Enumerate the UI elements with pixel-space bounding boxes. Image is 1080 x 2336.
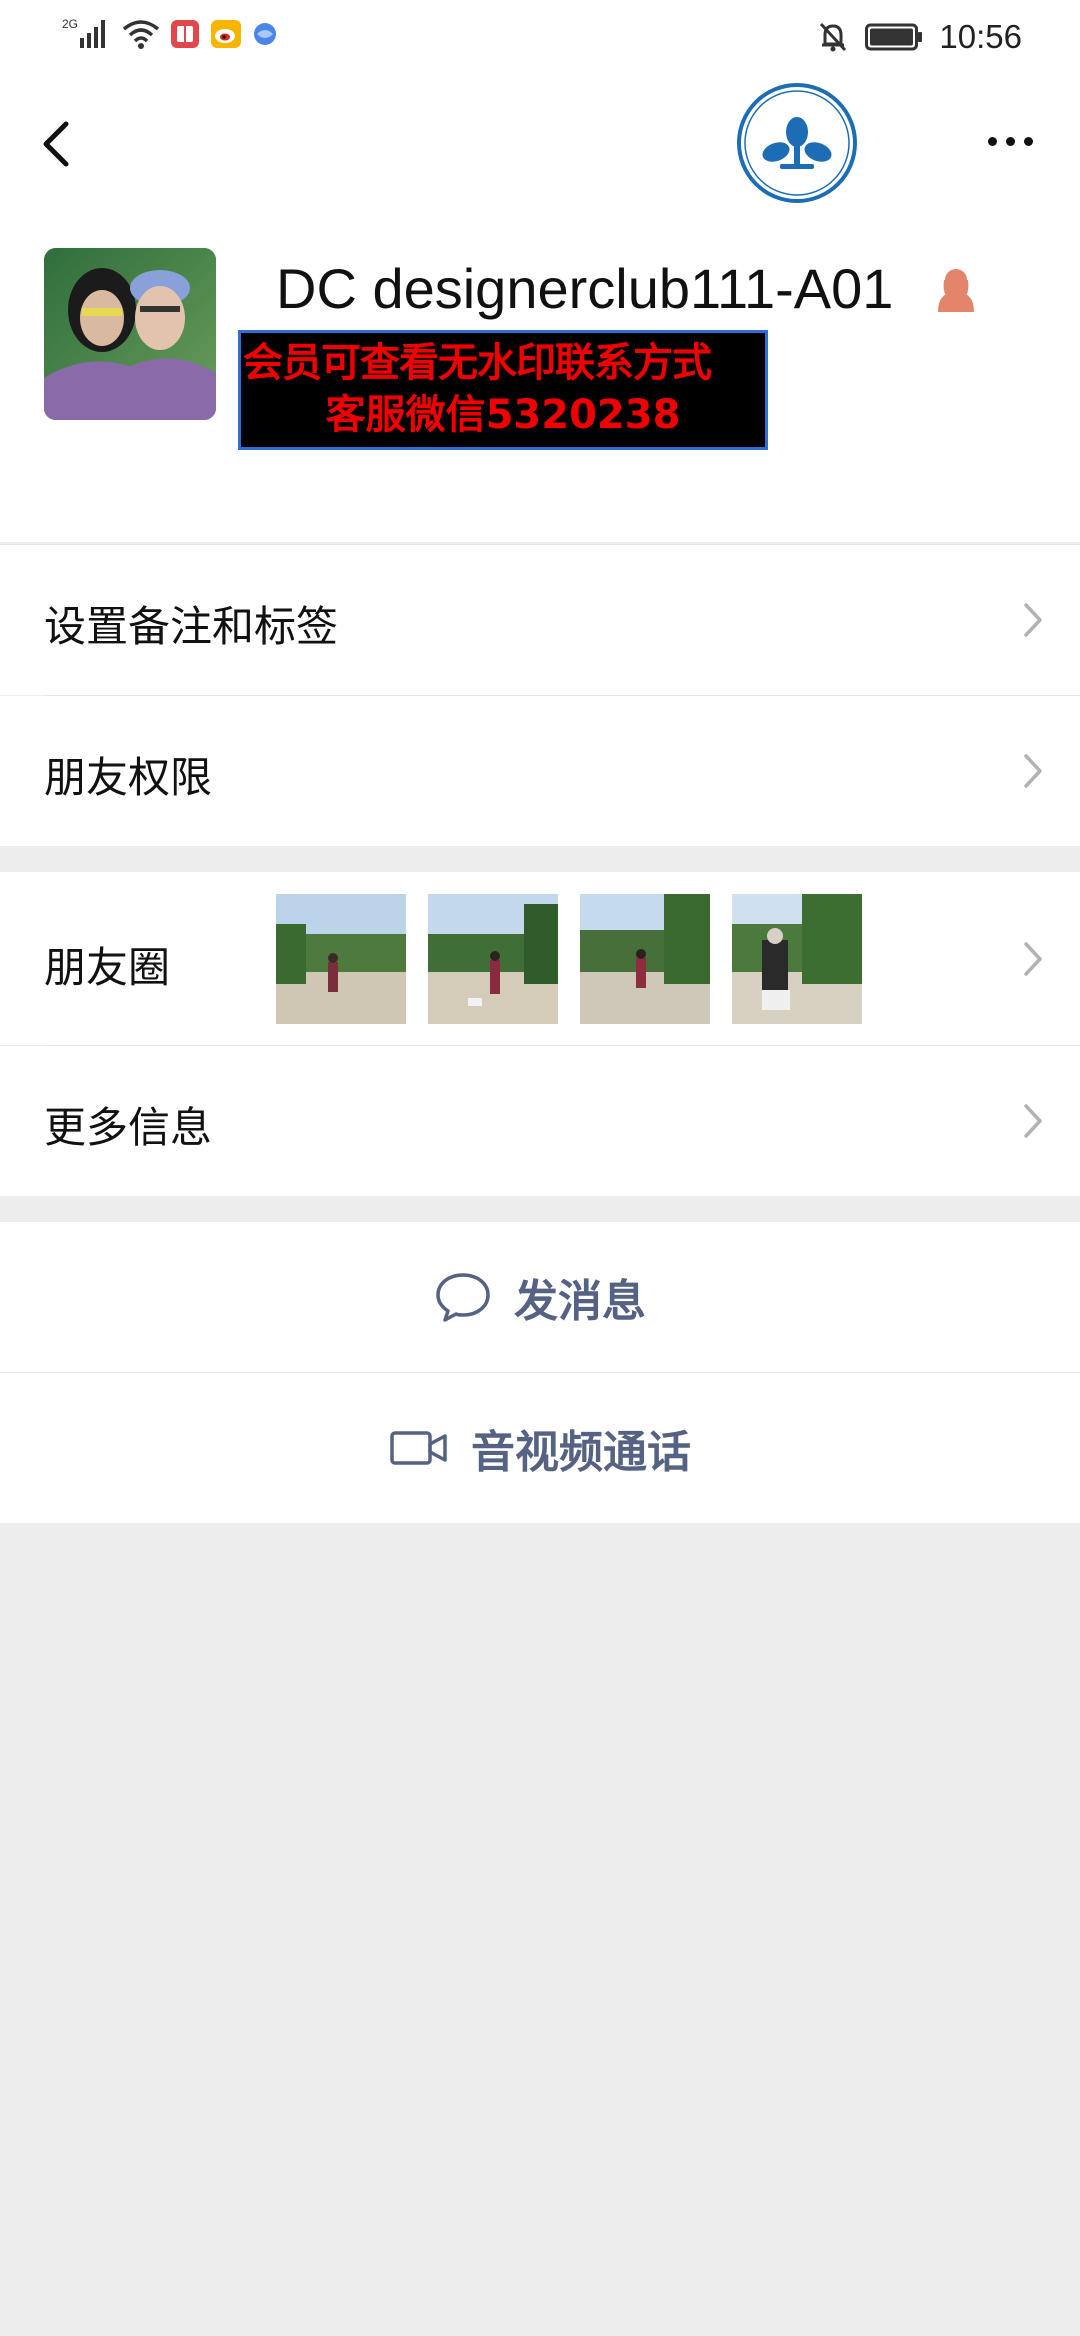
- top-nav: [0, 72, 1080, 212]
- browser-icon: [254, 23, 276, 45]
- mute-bell-icon: [820, 22, 847, 52]
- watermark-line-1: 会员可查看无水印联系方式: [243, 340, 712, 386]
- video-camera-icon: [390, 1431, 447, 1465]
- moment-photo: [580, 894, 710, 1024]
- moment-photo: [732, 894, 862, 1024]
- dot-icon: [987, 136, 997, 146]
- section-gap: [0, 846, 1080, 872]
- more-options-button[interactable]: [970, 116, 1050, 166]
- chevron-right-icon: [1024, 1104, 1042, 1138]
- moments-thumbnails: [276, 894, 862, 1024]
- friend-permission-label: 朋友权限: [44, 753, 213, 802]
- dot-icon: [1023, 136, 1033, 146]
- remark-tags-label: 设置备注和标签: [44, 602, 339, 651]
- send-message-label: 发消息: [514, 1276, 646, 1327]
- book-app-icon: [171, 20, 199, 48]
- network-type: 2G: [62, 17, 78, 31]
- signal-icon: 2G: [62, 17, 105, 48]
- chevron-right-icon: [1024, 754, 1042, 788]
- more-info-row[interactable]: 更多信息: [0, 1046, 1080, 1196]
- chevron-right-icon: [1024, 942, 1042, 976]
- moments-label: 朋友圈: [44, 943, 171, 992]
- nickname: DC designerclub111-A01: [276, 257, 894, 320]
- avatar[interactable]: [44, 248, 216, 420]
- video-call-button[interactable]: 音视频通话: [0, 1373, 1080, 1523]
- video-call-label: 音视频通话: [471, 1427, 691, 1478]
- moment-photo: [276, 894, 406, 1024]
- battery-icon: [865, 23, 923, 51]
- friend-permission-row[interactable]: 朋友权限: [0, 696, 1080, 846]
- remark-tags-row[interactable]: 设置备注和标签: [0, 545, 1080, 695]
- moment-photo: [428, 894, 558, 1024]
- weibo-icon: [211, 20, 241, 48]
- status-time: 10:56: [939, 18, 1022, 55]
- female-gender-icon: [938, 269, 974, 312]
- wifi-icon: [122, 20, 160, 49]
- app-logo-icon: [737, 83, 857, 203]
- back-arrow-icon[interactable]: [28, 110, 88, 176]
- status-bar: 2G 10:56: [0, 0, 1080, 72]
- moments-row[interactable]: 朋友圈: [0, 872, 1080, 1045]
- chevron-right-icon: [1024, 603, 1042, 637]
- section-gap: [0, 1196, 1080, 1222]
- watermark-overlay: 会员可查看无水印联系方式 客服微信5320238: [238, 330, 768, 450]
- send-message-button[interactable]: 发消息: [0, 1222, 1080, 1372]
- more-info-label: 更多信息: [44, 1103, 213, 1152]
- profile-header: DC designerclub111-A01 会员可查看无水印联系方式 客服微信…: [0, 212, 1080, 542]
- watermark-line-2: 客服微信5320238: [325, 392, 681, 438]
- dot-icon: [1005, 136, 1015, 146]
- chat-bubble-icon: [436, 1273, 490, 1322]
